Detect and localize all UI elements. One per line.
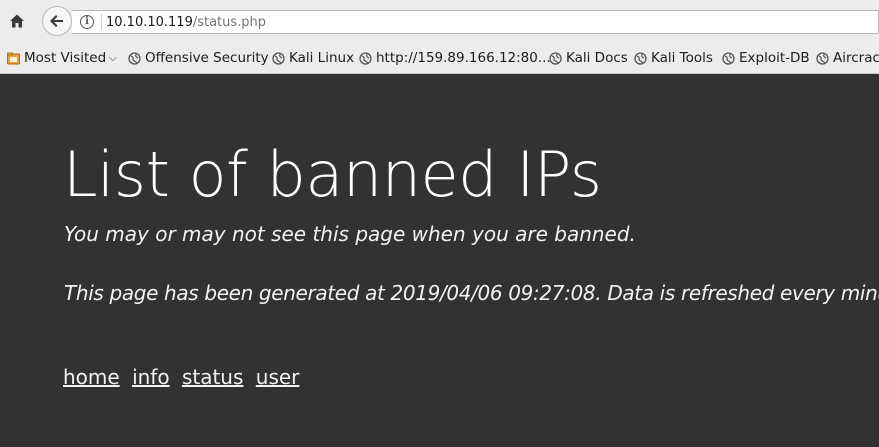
page-content: List of banned IPs You may or may not se…: [0, 75, 879, 447]
page-subtitle: You may or may not see this page when yo…: [64, 222, 636, 246]
bookmark-exploit-db[interactable]: Exploit-DB: [722, 49, 810, 67]
url-bar[interactable]: i 10.10.10.119/status.php: [72, 10, 879, 34]
bookmark-kali-linux[interactable]: Kali Linux: [272, 49, 354, 67]
nav-link-status[interactable]: status: [182, 365, 243, 389]
globe-icon: [128, 51, 141, 65]
url-path: /status.php: [192, 15, 267, 30]
nav-link-info[interactable]: info: [132, 365, 170, 389]
generated-notice: This page has been generated at 2019/04/…: [64, 281, 879, 305]
globe-icon: [816, 51, 829, 65]
bookmark-offensive-security[interactable]: Offensive Security: [128, 49, 269, 67]
bookmark-label: Exploit-DB: [739, 50, 810, 66]
chevron-down-icon: ⌵: [109, 52, 117, 64]
globe-icon: [722, 51, 735, 65]
globe-icon: [359, 51, 372, 65]
globe-icon: [549, 51, 562, 65]
bookmark-label: Most Visited: [24, 50, 107, 66]
folder-icon: [7, 52, 20, 64]
back-button[interactable]: [42, 6, 72, 36]
info-icon[interactable]: i: [80, 15, 94, 29]
bookmark-label: Kali Docs: [566, 50, 628, 66]
bookmark-kali-docs[interactable]: Kali Docs: [549, 49, 628, 67]
home-button[interactable]: [6, 10, 28, 32]
url-text[interactable]: 10.10.10.119/status.php: [106, 14, 266, 31]
bookmark-kali-tools[interactable]: Kali Tools: [634, 49, 713, 67]
browser-navbar: i 10.10.10.119/status.php: [0, 0, 879, 42]
url-separator: [101, 14, 102, 30]
bookmark-label: Kali Tools: [651, 50, 713, 66]
back-arrow-icon: [50, 15, 63, 27]
page-nav: home info status user: [63, 364, 305, 390]
nav-link-user[interactable]: user: [256, 365, 300, 389]
bookmarks-toolbar: Most Visited ⌵ Offensive Security Kali L…: [0, 42, 879, 74]
page-title: List of banned IPs: [63, 138, 602, 211]
home-icon: [10, 14, 24, 28]
bookmark-label: Kali Linux: [289, 50, 355, 66]
url-host: 10.10.10.119: [106, 15, 193, 30]
globe-icon: [634, 51, 647, 65]
bookmark-most-visited[interactable]: Most Visited ⌵: [7, 49, 117, 67]
bookmark-aircrack[interactable]: Aircrack: [816, 49, 879, 67]
bookmark-label: http://159.89.166.12:80...: [376, 50, 551, 66]
bookmark-label: Offensive Security: [145, 50, 269, 66]
bookmark-ip-address[interactable]: http://159.89.166.12:80...: [359, 49, 551, 67]
nav-link-home[interactable]: home: [63, 365, 120, 389]
bookmark-label: Aircrack: [833, 50, 879, 66]
globe-icon: [272, 51, 285, 65]
